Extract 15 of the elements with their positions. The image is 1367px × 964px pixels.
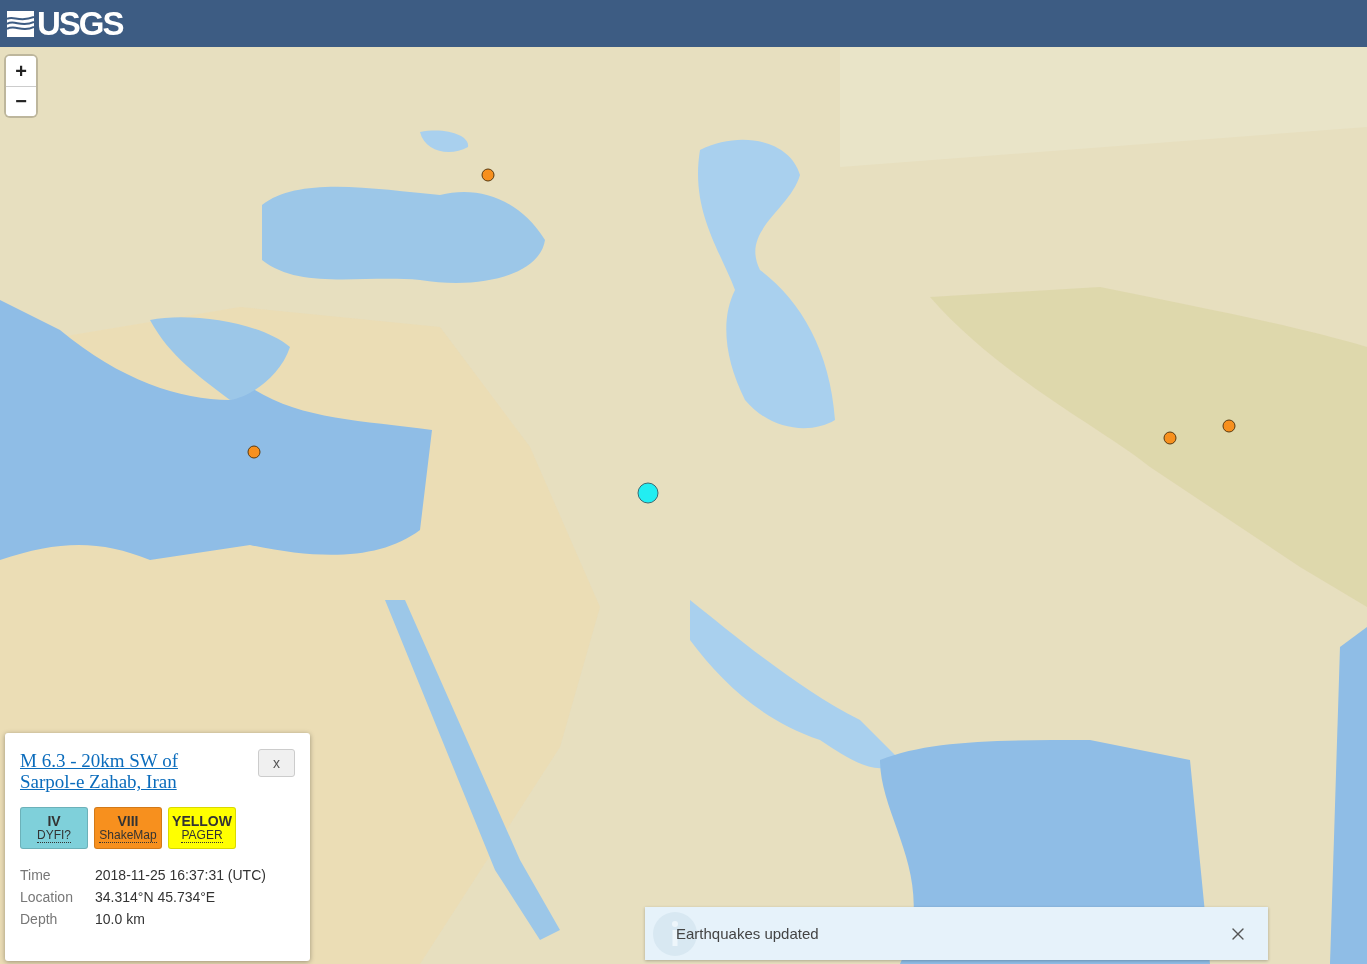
detail-value: 2018-11-25 16:37:31 (UTC)	[95, 866, 267, 884]
event-title-link[interactable]: M 6.3 - 20km SW of Sarpol-e Zahab, Iran	[20, 750, 225, 792]
impact-summary-link[interactable]: IV DYFI?	[20, 807, 88, 849]
detail-value: 10.0 km	[95, 910, 146, 928]
detail-label: Location	[20, 888, 74, 906]
wave-logo-icon	[7, 10, 34, 37]
detail-label: Time	[20, 866, 52, 884]
detail-label: Depth	[20, 910, 59, 928]
impact-summary-link[interactable]: YELLOW PAGER	[168, 807, 236, 849]
zoom-out-button[interactable]: −	[6, 86, 36, 116]
impact-summary-link[interactable]: VIII ShakeMap	[94, 807, 162, 849]
logo-text: USGS	[37, 7, 123, 40]
close-button[interactable]: x	[258, 749, 295, 777]
toast-message: Earthquakes updated	[676, 925, 820, 942]
detail-value: 34.314°N 45.734°E	[95, 888, 217, 906]
